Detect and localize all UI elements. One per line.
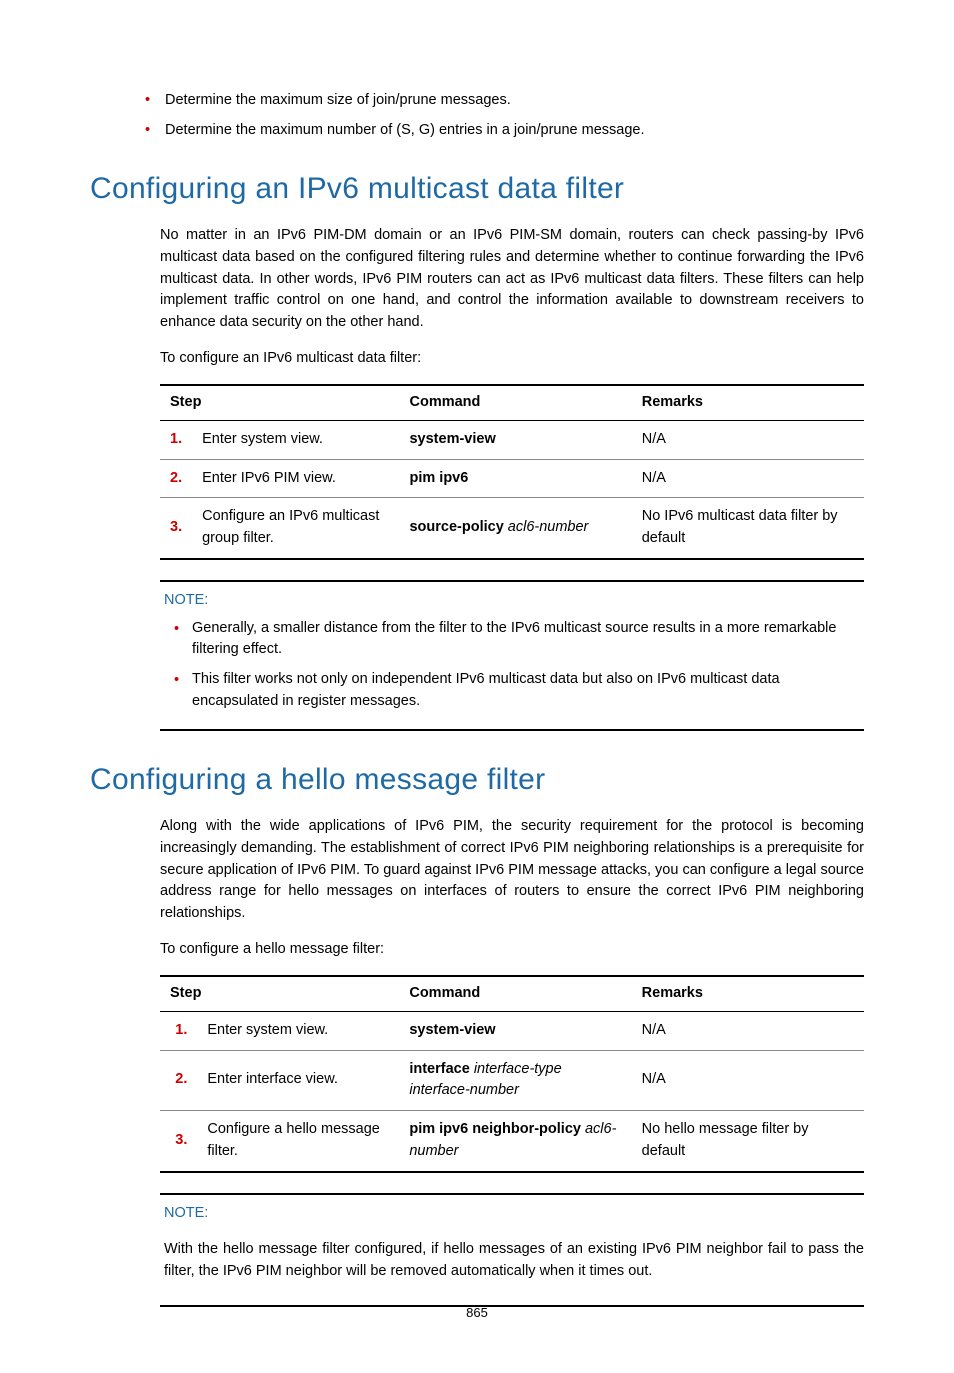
list-item: Determine the maximum size of join/prune…	[165, 90, 864, 112]
note-label: NOTE:	[164, 1203, 864, 1225]
note-bullet-list: Generally, a smaller distance from the f…	[160, 618, 864, 713]
command-cell: source-policy acl6-number	[399, 498, 631, 559]
table-row: 3. Configure a hello message filter. pim…	[160, 1111, 864, 1172]
list-item: Generally, a smaller distance from the f…	[192, 618, 864, 662]
page-number: 865	[0, 1303, 954, 1323]
step-number: 1.	[160, 1011, 197, 1050]
note-box: NOTE: With the hello message filter conf…	[160, 1193, 864, 1307]
table-row: 3. Configure an IPv6 multicast group fil…	[160, 498, 864, 559]
list-item: This filter works not only on independen…	[192, 669, 864, 713]
remarks-cell: N/A	[632, 459, 864, 498]
document-page: Determine the maximum size of join/prune…	[0, 0, 954, 1373]
step-desc: Enter system view.	[197, 1011, 399, 1050]
step-number: 2.	[160, 459, 192, 498]
step-number: 3.	[160, 498, 192, 559]
list-item: Determine the maximum number of (S, G) e…	[165, 120, 864, 142]
note-label: NOTE:	[164, 590, 864, 612]
note-text: With the hello message filter configured…	[164, 1239, 864, 1283]
section-heading: Configuring an IPv6 multicast data filte…	[90, 166, 864, 211]
col-remarks-header: Remarks	[632, 976, 864, 1011]
command-cell: interface interface-type interface-numbe…	[399, 1050, 631, 1111]
paragraph: No matter in an IPv6 PIM-DM domain or an…	[160, 225, 864, 334]
table-row: 2. Enter IPv6 PIM view. pim ipv6 N/A	[160, 459, 864, 498]
table-row: 1. Enter system view. system-view N/A	[160, 1011, 864, 1050]
step-desc: Enter IPv6 PIM view.	[192, 459, 399, 498]
command-cell: pim ipv6 neighbor-policy acl6-number	[399, 1111, 631, 1172]
cmd-bold: source-policy	[409, 519, 503, 535]
col-step-header: Step	[160, 976, 399, 1011]
command-cell: pim ipv6	[399, 459, 631, 498]
col-command-header: Command	[399, 385, 631, 420]
cmd-bold: pim ipv6 neighbor-policy	[409, 1121, 581, 1137]
step-desc: Configure a hello message filter.	[197, 1111, 399, 1172]
col-remarks-header: Remarks	[632, 385, 864, 420]
section-heading: Configuring a hello message filter	[90, 757, 864, 802]
step-number: 1.	[160, 420, 192, 459]
intro-bullet-list: Determine the maximum size of join/prune…	[90, 90, 864, 142]
col-step-header: Step	[160, 385, 399, 420]
cmd-bold: system-view	[409, 1022, 495, 1038]
command-cell: system-view	[399, 420, 631, 459]
table-header-row: Step Command Remarks	[160, 976, 864, 1011]
steps-table: Step Command Remarks 1. Enter system vie…	[160, 975, 864, 1173]
col-command-header: Command	[399, 976, 631, 1011]
paragraph: To configure a hello message filter:	[160, 939, 864, 961]
remarks-cell: No hello message filter by default	[632, 1111, 864, 1172]
step-desc: Enter system view.	[192, 420, 399, 459]
remarks-cell: No IPv6 multicast data filter by default	[632, 498, 864, 559]
cmd-bold: interface	[409, 1061, 469, 1077]
paragraph: To configure an IPv6 multicast data filt…	[160, 348, 864, 370]
cmd-bold: pim ipv6	[409, 470, 468, 486]
note-box: NOTE: Generally, a smaller distance from…	[160, 580, 864, 731]
command-cell: system-view	[399, 1011, 631, 1050]
remarks-cell: N/A	[632, 1050, 864, 1111]
step-number: 3.	[160, 1111, 197, 1172]
table-header-row: Step Command Remarks	[160, 385, 864, 420]
step-desc: Configure an IPv6 multicast group filter…	[192, 498, 399, 559]
paragraph: Along with the wide applications of IPv6…	[160, 816, 864, 925]
remarks-cell: N/A	[632, 420, 864, 459]
cmd-italic: acl6-number	[504, 519, 589, 535]
step-number: 2.	[160, 1050, 197, 1111]
table-row: 2. Enter interface view. interface inter…	[160, 1050, 864, 1111]
step-desc: Enter interface view.	[197, 1050, 399, 1111]
steps-table: Step Command Remarks 1. Enter system vie…	[160, 384, 864, 560]
cmd-bold: system-view	[409, 431, 495, 447]
table-row: 1. Enter system view. system-view N/A	[160, 420, 864, 459]
remarks-cell: N/A	[632, 1011, 864, 1050]
